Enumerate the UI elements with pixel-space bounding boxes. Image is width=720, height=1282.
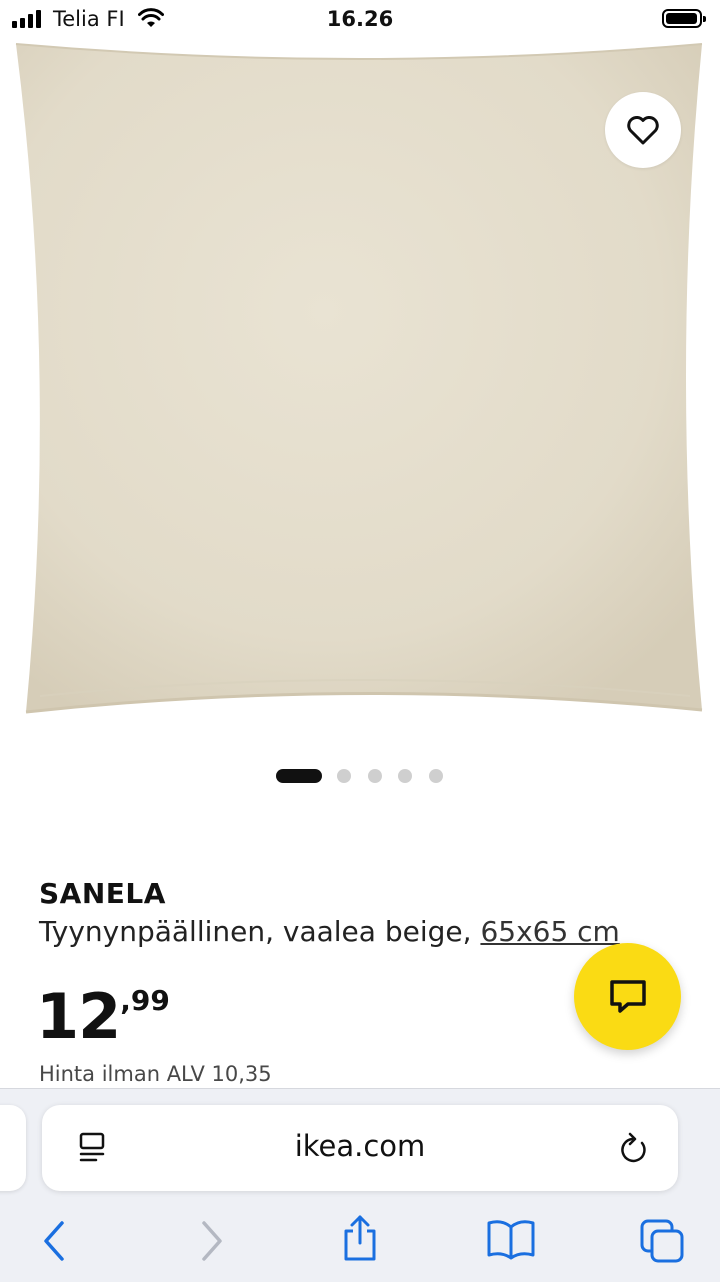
product-description-text: Tyynynpäällinen, vaalea beige, [39, 915, 481, 948]
share-icon[interactable] [340, 1213, 380, 1263]
previous-tab-preview[interactable] [0, 1105, 26, 1191]
status-bar: Telia FI 16.26 [0, 0, 720, 40]
product-image[interactable] [0, 36, 720, 736]
price-integer: 12 [36, 980, 121, 1053]
tabs-icon[interactable] [638, 1217, 686, 1265]
favorite-button[interactable] [605, 92, 681, 168]
carousel-dot[interactable] [398, 769, 412, 783]
product-name: SANELA [39, 877, 166, 910]
price-without-vat: Hinta ilman ALV 10,35 [39, 1062, 272, 1086]
product-price: 12,99 [36, 980, 170, 1053]
address-url[interactable]: ikea.com [42, 1129, 678, 1163]
carousel-dot[interactable] [337, 769, 351, 783]
chat-icon [609, 979, 646, 1013]
battery-icon [662, 9, 706, 28]
carousel-dot[interactable] [368, 769, 382, 783]
reload-icon[interactable] [618, 1131, 650, 1165]
image-carousel-indicator[interactable] [0, 767, 720, 783]
status-time: 16.26 [326, 7, 394, 31]
product-description: Tyynynpäällinen, vaalea beige, 65x65 cm [39, 915, 620, 948]
browser-toolbar: ikea.com [0, 1088, 720, 1282]
chat-button[interactable] [574, 943, 681, 1050]
carousel-dot[interactable] [429, 769, 443, 783]
back-icon[interactable] [40, 1219, 70, 1263]
carousel-dot-active[interactable] [276, 769, 322, 783]
product-size-link[interactable]: 65x65 cm [480, 915, 619, 948]
bookmarks-icon[interactable] [486, 1217, 536, 1261]
forward-icon[interactable] [196, 1219, 226, 1263]
heart-icon [627, 116, 659, 145]
price-decimal: ,99 [120, 984, 170, 1017]
address-bar[interactable]: ikea.com [42, 1105, 678, 1191]
